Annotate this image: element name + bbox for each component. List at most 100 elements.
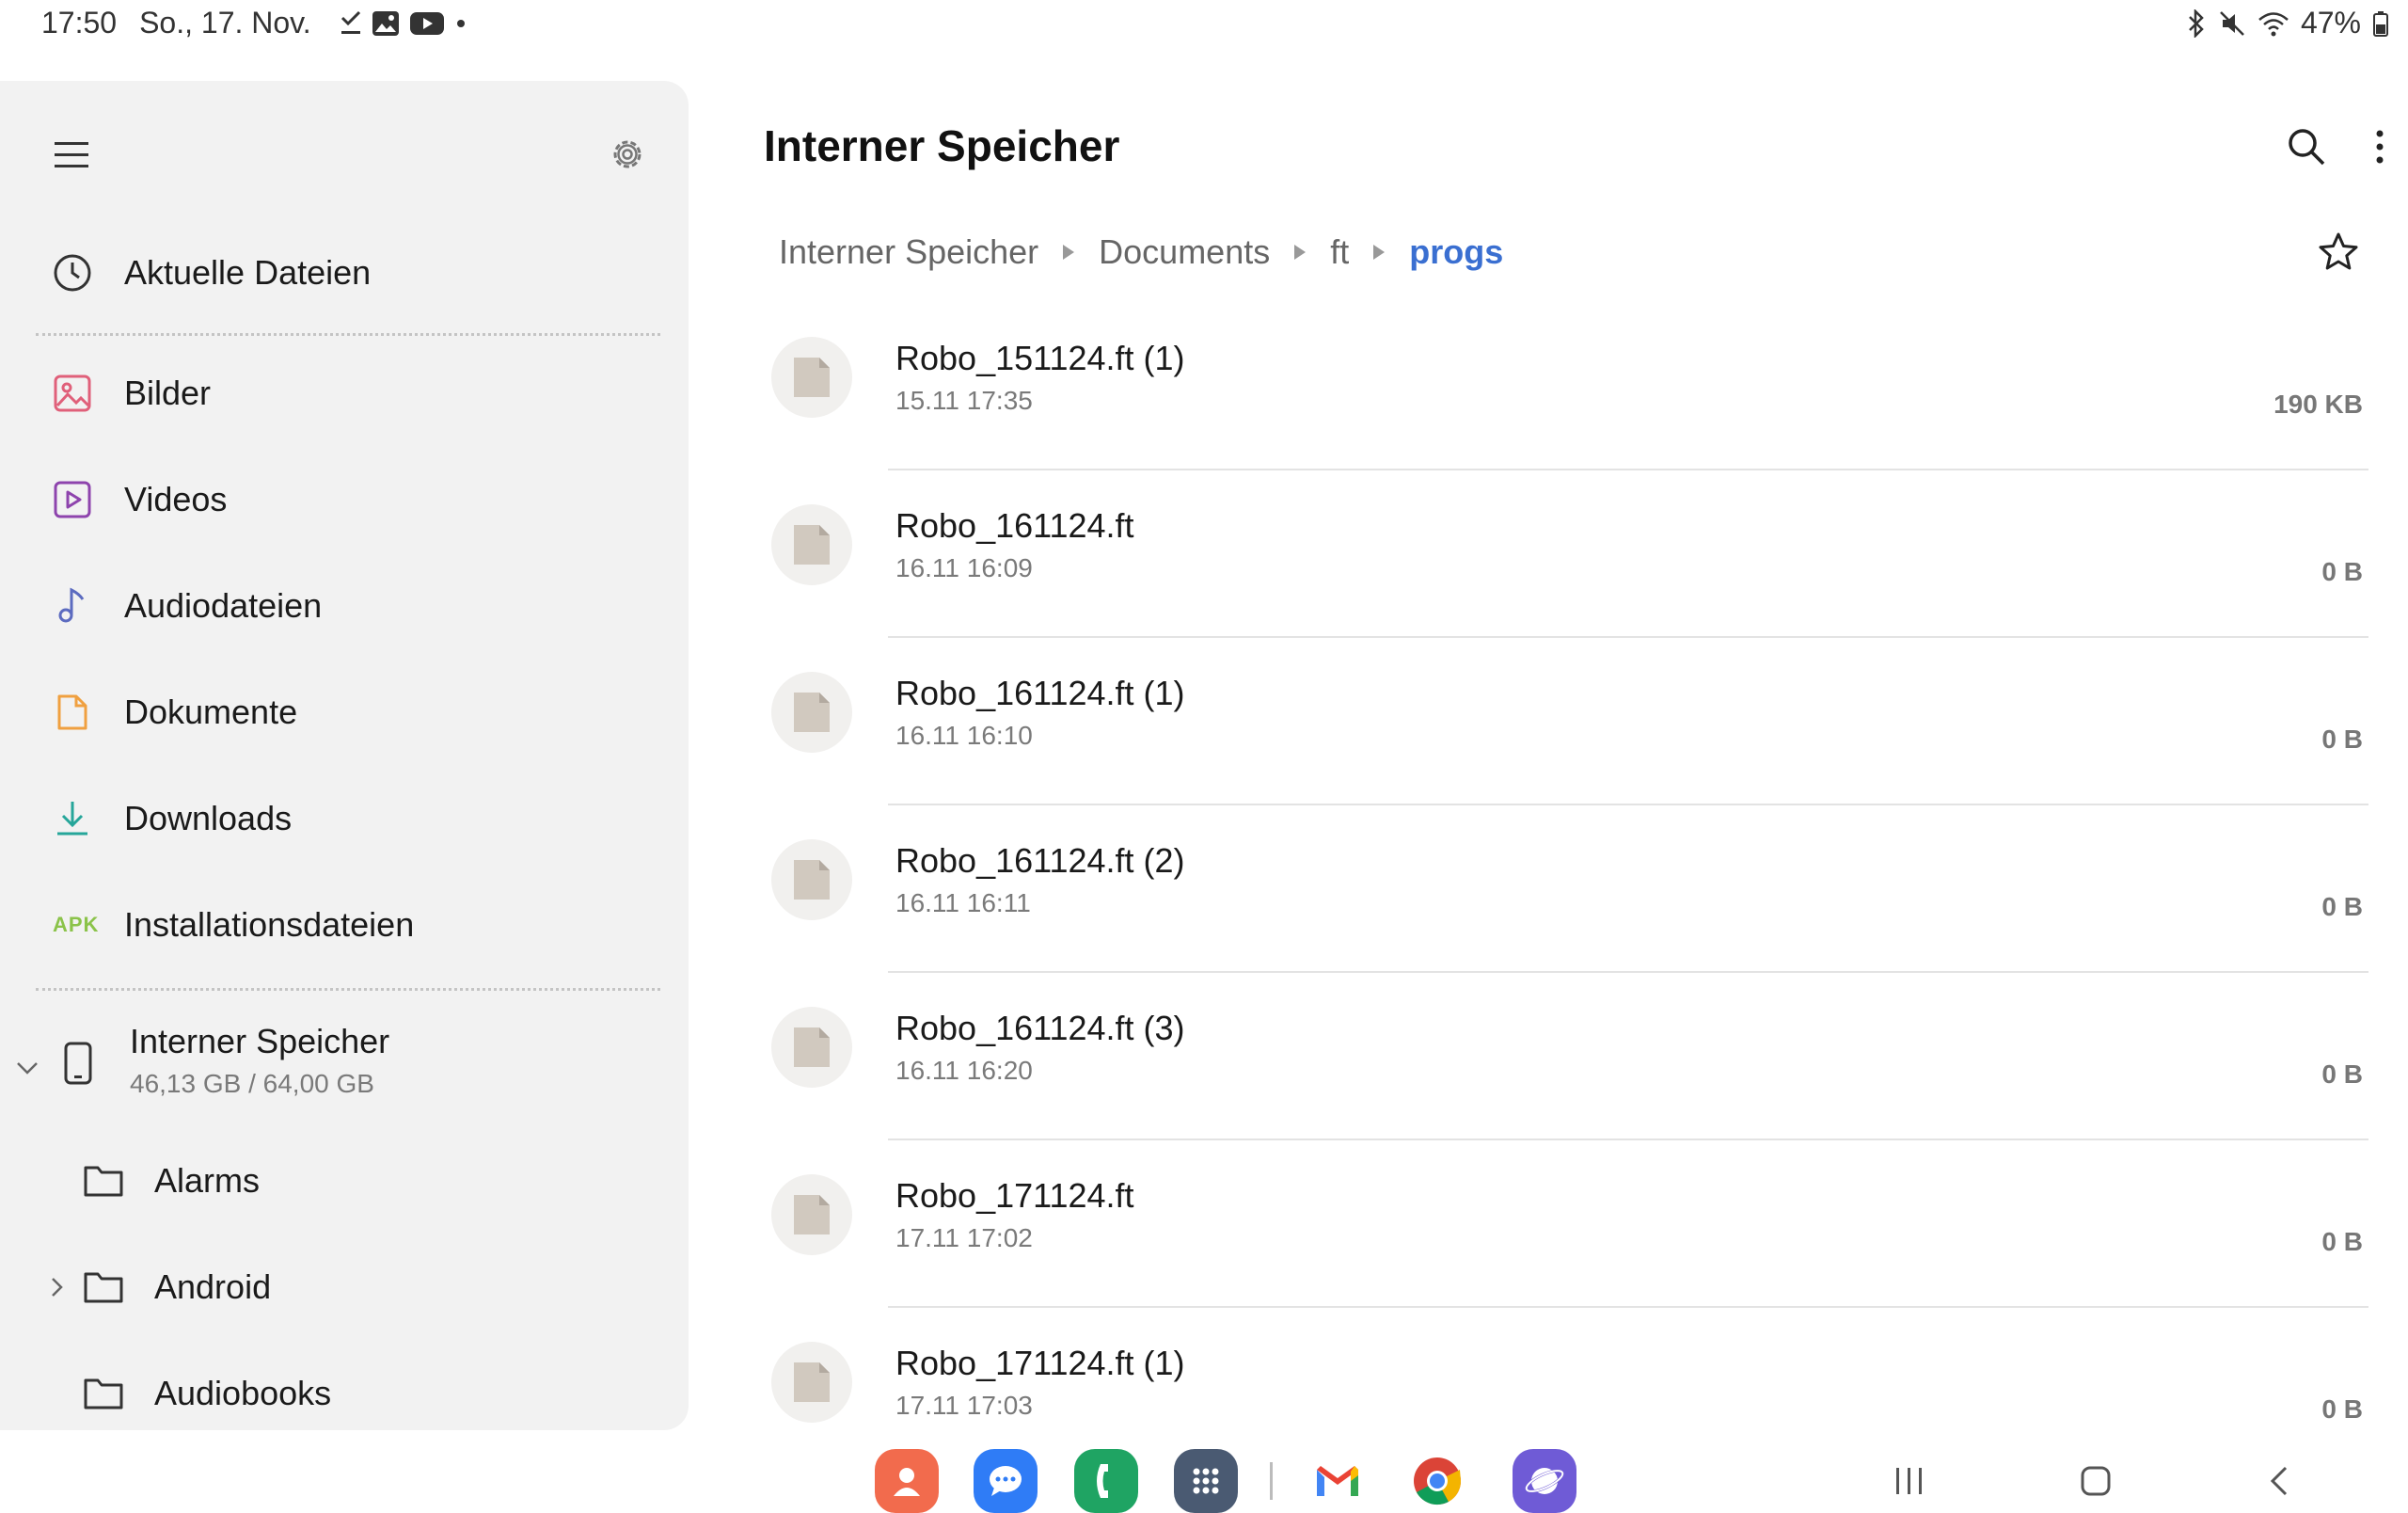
apk-icon: APK [38, 887, 107, 963]
nav-recent-files[interactable]: Aktuelle Dateien [38, 235, 658, 311]
file-name: Robo_161124.ft (2) [895, 841, 1185, 880]
file-size: 0 B [2321, 1394, 2363, 1424]
internal-storage-item[interactable]: Interner Speicher 46,13 GB / 64,00 GB [13, 1022, 653, 1116]
nav-audio[interactable]: Audiodateien [38, 568, 658, 644]
breadcrumb-separator-icon [1371, 243, 1386, 262]
file-date: 17.11 17:02 [895, 1223, 1033, 1252]
nav-downloads[interactable]: Downloads [38, 781, 658, 856]
list-item[interactable]: Robo_171124.ft 17.11 17:02 0 B [764, 1140, 2368, 1308]
breadcrumb-current[interactable]: progs [1409, 232, 1503, 272]
folder-icon [75, 1163, 132, 1199]
file-date: 16.11 16:20 [895, 1056, 1033, 1085]
recents-button[interactable] [1881, 1453, 1938, 1509]
list-item[interactable]: Robo_161124.ft (2) 16.11 16:11 0 B [764, 805, 2368, 973]
back-button[interactable] [2252, 1453, 2308, 1509]
search-icon [2289, 129, 2325, 166]
file-name: Robo_161124.ft (3) [895, 1009, 1185, 1047]
breadcrumb-separator-icon [1061, 243, 1076, 262]
document-icon [38, 675, 107, 750]
youtube-icon [409, 10, 445, 37]
file-name: Robo_171124.ft (1) [895, 1344, 1185, 1382]
file-name: Robo_161124.ft [895, 506, 1134, 545]
contacts-app-icon[interactable] [875, 1449, 939, 1513]
status-bar-right: 47% [2186, 6, 2389, 40]
file-size: 0 B [2321, 725, 2363, 754]
file-name: Robo_171124.ft [895, 1176, 1134, 1215]
status-bar-left: 17:50 So., 17. Nov. [41, 6, 467, 40]
file-icon [771, 1174, 852, 1255]
chevron-right-icon[interactable] [38, 1273, 75, 1301]
nav-images-label: Bilder [124, 374, 212, 412]
file-icon [771, 1007, 852, 1088]
home-icon [2081, 1466, 2111, 1496]
nav-documents-label: Dokumente [124, 693, 298, 731]
back-icon [2270, 1466, 2288, 1496]
apps-grid-icon[interactable] [1174, 1449, 1238, 1513]
storage-title: Interner Speicher [130, 1022, 390, 1060]
battery-icon [2372, 9, 2389, 38]
nav-recent-files-label: Aktuelle Dateien [124, 253, 372, 292]
gmail-app-icon[interactable] [1306, 1449, 1370, 1513]
nav-installation-files-label: Installationsdateien [124, 905, 415, 944]
nav-videos-label: Videos [124, 480, 228, 518]
breadcrumb-item[interactable]: Interner Speicher [779, 232, 1038, 272]
chrome-app-icon[interactable] [1405, 1449, 1469, 1513]
breadcrumb-item[interactable]: Documents [1099, 232, 1270, 272]
folder-label: Audiobooks [154, 1374, 332, 1412]
list-item[interactable]: Robo_161124.ft (3) 16.11 16:20 0 B [764, 973, 2368, 1140]
home-button[interactable] [2067, 1453, 2124, 1509]
image-icon [38, 356, 107, 431]
nav-installation-files[interactable]: APK Installationsdateien [38, 887, 658, 963]
hamburger-icon [55, 142, 88, 167]
nav-videos[interactable]: Videos [38, 462, 658, 537]
file-date: 15.11 17:35 [895, 386, 1033, 415]
file-date: 17.11 17:03 [895, 1391, 1033, 1420]
phone-app-icon[interactable] [1074, 1449, 1138, 1513]
dock-separator [1270, 1462, 1273, 1500]
list-item[interactable]: Robo_161124.ft (1) 16.11 16:10 0 B [764, 638, 2368, 805]
settings-button[interactable] [604, 126, 651, 183]
music-note-icon [38, 568, 107, 644]
folder-item-audiobooks[interactable]: Audiobooks [38, 1356, 658, 1430]
battery-level: 47% [2300, 6, 2361, 40]
breadcrumb-item[interactable]: ft [1330, 232, 1349, 272]
more-options-button[interactable] [2363, 120, 2397, 173]
clock-icon [38, 235, 107, 311]
list-item[interactable]: Robo_151124.ft (1) 15.11 17:35 190 KB [764, 303, 2368, 470]
file-icon [771, 504, 852, 585]
gallery-icon [372, 10, 400, 37]
status-bar: 17:50 So., 17. Nov. 47% [0, 0, 2408, 53]
samsung-internet-app-icon[interactable] [1513, 1449, 1576, 1513]
nav-images[interactable]: Bilder [38, 356, 658, 431]
list-item[interactable]: Robo_161124.ft 16.11 16:09 0 B [764, 470, 2368, 638]
folder-item-android[interactable]: Android [38, 1250, 658, 1325]
divider [36, 333, 660, 336]
wifi-icon [2258, 9, 2289, 38]
dot-icon [454, 10, 467, 37]
nav-documents[interactable]: Dokumente [38, 675, 658, 750]
menu-button[interactable] [53, 126, 94, 183]
favorite-button[interactable] [2312, 226, 2365, 279]
more-vert-icon [2376, 130, 2384, 164]
date: So., 17. Nov. [139, 6, 311, 40]
file-date: 16.11 16:10 [895, 721, 1033, 750]
messages-app-icon[interactable] [974, 1449, 1038, 1513]
taskbar [0, 1430, 2408, 1513]
gear-icon [613, 140, 642, 168]
file-icon [771, 672, 852, 753]
file-icon [771, 839, 852, 920]
nav-audio-label: Audiodateien [124, 586, 323, 625]
folder-item-alarms[interactable]: Alarms [38, 1143, 658, 1218]
chevron-down-icon[interactable] [13, 1054, 41, 1082]
download-icon [38, 781, 107, 856]
file-size: 0 B [2321, 557, 2363, 586]
breadcrumb: Interner Speicher Documents ft progs [779, 224, 1503, 280]
notification-icons [340, 10, 467, 37]
phone-storage-icon [58, 1041, 96, 1088]
video-icon [38, 462, 107, 537]
sidebar: Aktuelle Dateien Bilder Videos Audiodate… [0, 81, 689, 1430]
search-button[interactable] [2280, 120, 2333, 173]
sidebar-header [53, 126, 651, 183]
folder-label: Android [154, 1267, 272, 1306]
folder-label: Alarms [154, 1161, 261, 1200]
